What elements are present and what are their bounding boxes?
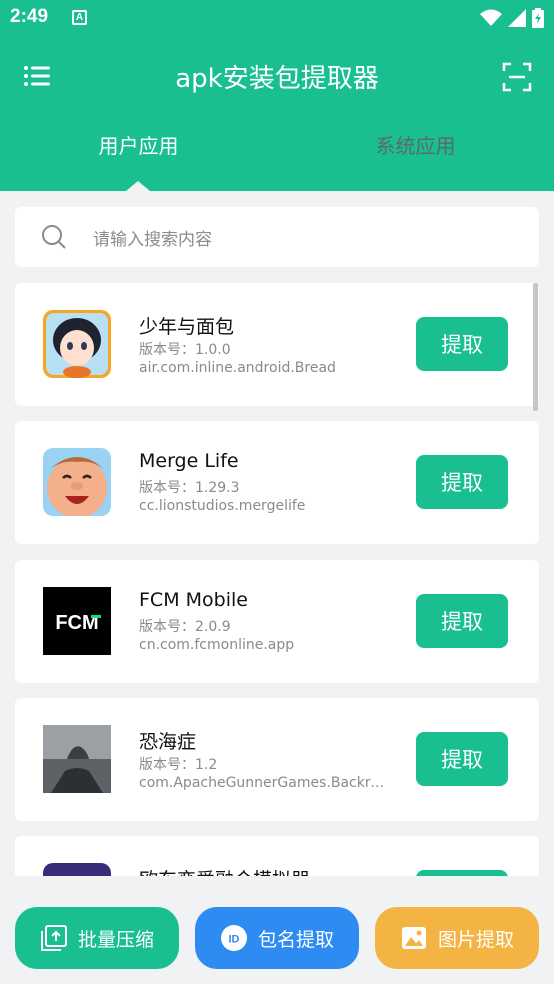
list-scrollbar[interactable] <box>533 283 538 411</box>
tab-system-apps[interactable]: 系统应用 <box>277 130 554 159</box>
app-version: 版本号：1.29.3 <box>139 480 240 496</box>
app-list-item: FCM FCM Mobile 版本号：2.0.9 cn.com.fcmonlin… <box>15 560 539 683</box>
wifi-icon <box>480 9 502 26</box>
extract-button[interactable]: 提取 <box>416 594 508 648</box>
active-tab-indicator <box>126 181 150 191</box>
app-version: 版本号：1.0.0 <box>139 342 231 358</box>
app-package: cn.com.fcmonline.app <box>139 637 295 653</box>
app-list-item: Merge Life 版本号：1.29.3 cc.lionstudios.mer… <box>15 421 539 544</box>
image-extract-label: 图片提取 <box>437 928 514 951</box>
search-bar[interactable]: 请输入搜索内容 <box>15 207 539 267</box>
app-list-item: 少年与面包 版本号：1.0.0 air.com.inline.android.B… <box>15 283 539 406</box>
id-icon: ID <box>220 924 248 952</box>
app-list-item: 恐海症 版本号：1.2 com.ApacheGunnerGames.Backro… <box>15 698 539 821</box>
svg-text:ID: ID <box>228 934 239 946</box>
batch-compress-label: 批量压缩 <box>77 928 154 951</box>
status-time: 2:49 <box>10 6 49 27</box>
app-icon-fcm: FCM <box>43 587 111 655</box>
notification-badge-icon: A <box>72 10 87 25</box>
search-input[interactable]: 请输入搜索内容 <box>93 225 212 250</box>
extract-button[interactable]: 提取 <box>416 317 508 371</box>
search-icon <box>42 225 66 249</box>
app-icon-thalassophobia <box>43 725 111 793</box>
app-name: 少年与面包 <box>139 316 235 338</box>
app-package: cc.lionstudios.mergelife <box>139 498 306 514</box>
app-package: com.ApacheGunnerGames.Backro... <box>139 775 389 791</box>
tab-user-apps[interactable]: 用户应用 <box>0 130 277 159</box>
image-icon <box>400 924 428 952</box>
batch-compress-button[interactable]: 批量压缩 <box>15 907 179 969</box>
package-name-extract-label: 包名提取 <box>257 928 334 951</box>
status-bar: 2:49 A <box>0 0 554 36</box>
app-version: 版本号：2.0.9 <box>139 619 231 635</box>
battery-icon <box>532 8 544 28</box>
app-name: Merge Life <box>139 450 239 472</box>
package-name-extract-button[interactable]: ID 包名提取 <box>195 907 359 969</box>
app-icon-merge-life <box>43 448 111 516</box>
signal-icon <box>508 9 526 27</box>
page-title: apk安装包提取器 <box>175 64 379 94</box>
app-icon-bread <box>43 310 111 378</box>
app-name: FCM Mobile <box>139 589 248 611</box>
app-package: air.com.inline.android.Bread <box>139 360 336 376</box>
extract-button[interactable]: 提取 <box>416 732 508 786</box>
extract-button[interactable]: 提取 <box>416 455 508 509</box>
tab-bar: 用户应用 系统应用 <box>0 130 554 176</box>
app-name: 恐海症 <box>139 731 197 753</box>
compress-icon <box>40 924 68 952</box>
app-version: 版本号：1.2 <box>139 757 218 773</box>
scan-icon[interactable] <box>502 62 532 92</box>
image-extract-button[interactable]: 图片提取 <box>375 907 539 969</box>
